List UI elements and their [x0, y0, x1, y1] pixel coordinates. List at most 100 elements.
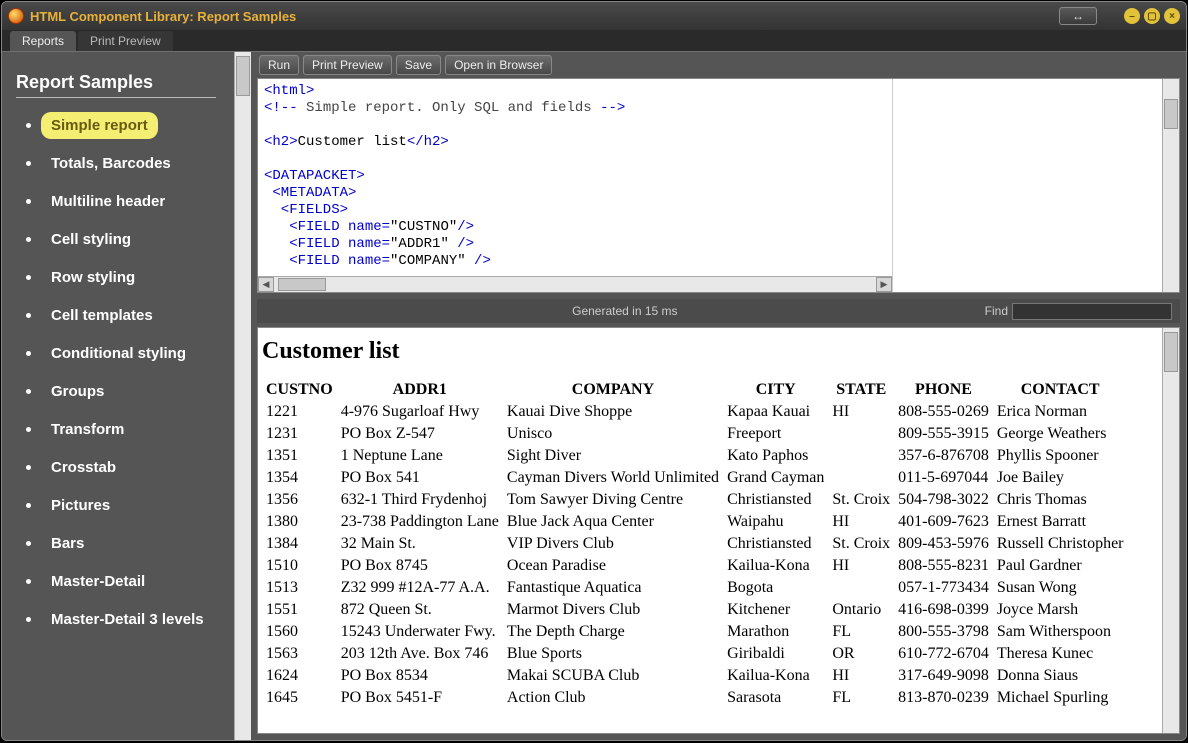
- sidebar-item[interactable]: Master-Detail 3 levels: [16, 606, 224, 633]
- table-cell: 011-5-697044: [894, 467, 993, 489]
- nav-list: Simple report Totals, Barcodes Multiline h…: [16, 112, 224, 633]
- sidebar-item[interactable]: Crosstab: [16, 454, 224, 481]
- sidebar-item[interactable]: Conditional styling: [16, 340, 224, 367]
- code-hscrollbar[interactable]: ◀ ▶: [258, 276, 892, 292]
- table-row: 1563203 12th Ave. Box 746Blue SportsGiri…: [262, 643, 1128, 665]
- sidebar-item[interactable]: Multiline header: [16, 188, 224, 215]
- table-cell: Action Club: [503, 687, 723, 709]
- app-icon: [8, 8, 24, 24]
- bullet-icon: [26, 389, 31, 394]
- sidebar-item[interactable]: Groups: [16, 378, 224, 405]
- table-cell: Kauai Dive Shoppe: [503, 401, 723, 423]
- scrollbar-thumb[interactable]: [1164, 99, 1178, 129]
- maximize-icon[interactable]: ▢: [1144, 8, 1160, 24]
- run-button[interactable]: Run: [259, 55, 299, 75]
- minimize-icon[interactable]: –: [1124, 8, 1140, 24]
- sidebar-item-label: Cell styling: [41, 226, 141, 253]
- table-cell: 813-870-0239: [894, 687, 993, 709]
- column-header: CITY: [723, 379, 828, 401]
- table-cell: 800-555-3798: [894, 621, 993, 643]
- column-header: CONTACT: [993, 379, 1128, 401]
- table-cell: Tom Sawyer Diving Centre: [503, 489, 723, 511]
- table-cell: Makai SCUBA Club: [503, 665, 723, 687]
- sidebar-item[interactable]: Cell templates: [16, 302, 224, 329]
- table-cell: HI: [828, 555, 894, 577]
- scrollbar-thumb[interactable]: [236, 56, 250, 96]
- table-cell: 1231: [262, 423, 337, 445]
- sidebar-item[interactable]: Row styling: [16, 264, 224, 291]
- preview-scrollbar[interactable]: [1162, 328, 1179, 733]
- table-row: 138023-738 Paddington LaneBlue Jack Aqua…: [262, 511, 1128, 533]
- table-cell: 15243 Underwater Fwy.: [337, 621, 503, 643]
- sidebar-item-label: Transform: [41, 416, 134, 443]
- toolbar: Run Print Preview Save Open in Browser: [251, 52, 1186, 78]
- sidebar-item[interactable]: Cell styling: [16, 226, 224, 253]
- tab-reports[interactable]: Reports: [10, 31, 76, 51]
- code-editor[interactable]: <html> <!-- Simple report. Only SQL and …: [257, 78, 1180, 293]
- table-cell: 1645: [262, 687, 337, 709]
- scroll-left-icon[interactable]: ◀: [258, 277, 274, 292]
- table-cell: PO Box Z-547: [337, 423, 503, 445]
- code-text[interactable]: <html> <!-- Simple report. Only SQL and …: [258, 79, 892, 276]
- sidebar-scrollbar[interactable]: [234, 52, 251, 740]
- close-icon[interactable]: ×: [1164, 8, 1180, 24]
- sidebar-item[interactable]: Transform: [16, 416, 224, 443]
- table-row: 13511 Neptune LaneSight DiverKato Paphos…: [262, 445, 1128, 467]
- sidebar-item-label: Conditional styling: [41, 340, 196, 367]
- sidebar-title: Report Samples: [16, 72, 216, 98]
- sidebar-item[interactable]: Bars: [16, 530, 224, 557]
- scrollbar-thumb[interactable]: [278, 278, 326, 291]
- table-cell: 057-1-773434: [894, 577, 993, 599]
- table-cell: Ocean Paradise: [503, 555, 723, 577]
- tab-print-preview[interactable]: Print Preview: [78, 31, 173, 51]
- code-vscrollbar[interactable]: [1162, 79, 1179, 292]
- table-cell: HI: [828, 401, 894, 423]
- sidebar-item[interactable]: Pictures: [16, 492, 224, 519]
- table-cell: Marathon: [723, 621, 828, 643]
- table-row: 1510PO Box 8745Ocean ParadiseKailua-Kona…: [262, 555, 1128, 577]
- sidebar-item-label: Multiline header: [41, 188, 175, 215]
- preview-content[interactable]: Customer list CUSTNOADDR1COMPANYCITYSTAT…: [258, 328, 1162, 733]
- table-row: 1624PO Box 8534Makai SCUBA ClubKailua-Ko…: [262, 665, 1128, 687]
- open-browser-button[interactable]: Open in Browser: [445, 55, 552, 75]
- sidebar-item[interactable]: Totals, Barcodes: [16, 150, 224, 177]
- table-cell: Giribaldi: [723, 643, 828, 665]
- save-button[interactable]: Save: [396, 55, 441, 75]
- table-header-row: CUSTNOADDR1COMPANYCITYSTATEPHONECONTACT: [262, 379, 1128, 401]
- table-cell: Ontario: [828, 599, 894, 621]
- scrollbar-thumb[interactable]: [1164, 332, 1178, 372]
- table-cell: The Depth Charge: [503, 621, 723, 643]
- find-input[interactable]: [1012, 303, 1172, 320]
- table-row: 1645PO Box 5451-FAction ClubSarasotaFL81…: [262, 687, 1128, 709]
- expand-button[interactable]: ↔: [1059, 7, 1097, 25]
- table-cell: Paul Gardner: [993, 555, 1128, 577]
- table-row: 1513Z32 999 #12A-77 A.A.Fantastique Aqua…: [262, 577, 1128, 599]
- bullet-icon: [26, 199, 31, 204]
- table-cell: Russell Christopher: [993, 533, 1128, 555]
- table-cell: Blue Jack Aqua Center: [503, 511, 723, 533]
- table-cell: Marmot Divers Club: [503, 599, 723, 621]
- bullet-icon: [26, 465, 31, 470]
- scroll-right-icon[interactable]: ▶: [876, 277, 892, 292]
- table-cell: 1351: [262, 445, 337, 467]
- table-cell: 1356: [262, 489, 337, 511]
- table-row: 156015243 Underwater Fwy.The Depth Charg…: [262, 621, 1128, 643]
- sidebar-item[interactable]: Simple report: [16, 112, 224, 139]
- table-cell: Kato Paphos: [723, 445, 828, 467]
- print-preview-button[interactable]: Print Preview: [303, 55, 392, 75]
- table-cell: 4-976 Sugarloaf Hwy: [337, 401, 503, 423]
- table-cell: 1624: [262, 665, 337, 687]
- titlebar[interactable]: HTML Component Library: Report Samples ↔…: [2, 2, 1186, 30]
- sidebar: Report Samples Simple report Totals, Barc…: [2, 52, 234, 740]
- table-cell: Z32 999 #12A-77 A.A.: [337, 577, 503, 599]
- table-cell: Kailua-Kona: [723, 555, 828, 577]
- table-cell: Chris Thomas: [993, 489, 1128, 511]
- table-cell: 401-609-7623: [894, 511, 993, 533]
- table-row: 1354PO Box 541Cayman Divers World Unlimi…: [262, 467, 1128, 489]
- table-cell: 808-555-8231: [894, 555, 993, 577]
- preview-table: CUSTNOADDR1COMPANYCITYSTATEPHONECONTACT …: [262, 379, 1128, 709]
- table-cell: 357-6-876708: [894, 445, 993, 467]
- sidebar-item[interactable]: Master-Detail: [16, 568, 224, 595]
- column-header: ADDR1: [337, 379, 503, 401]
- preview-heading: Customer list: [262, 338, 1158, 365]
